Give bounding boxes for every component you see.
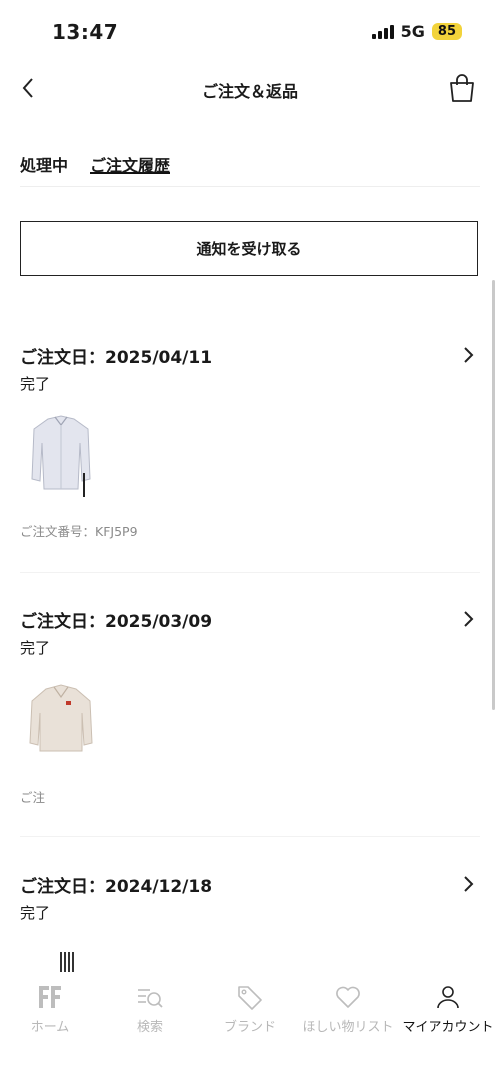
nav-wishlist-label: ほしい物リスト — [302, 1020, 394, 1035]
order-date: ご注文日：2024/12/18 — [20, 877, 213, 897]
order-date: ご注文日：2025/04/11 — [20, 348, 213, 368]
product-thumbnail-jacket[interactable] — [28, 679, 94, 763]
order-status: 完了 — [20, 639, 51, 657]
divider — [20, 572, 480, 573]
order-tabs: 処理中 ご注文履歴 — [20, 140, 480, 187]
order-status: 完了 — [20, 904, 51, 922]
status-time: 13:47 — [52, 20, 119, 44]
page-title: ご注文＆返品 — [201, 82, 298, 101]
tab-order-history[interactable]: ご注文履歴 — [90, 140, 171, 175]
nav-my-account-label: マイアカウント — [402, 1020, 494, 1035]
nav-bar: ご注文＆返品 — [0, 62, 500, 118]
nav-my-account[interactable]: マイアカウント — [398, 982, 498, 1035]
nav-search-label: 検索 — [136, 1020, 163, 1035]
product-thumbnail[interactable] — [28, 950, 94, 972]
nav-brands-label: ブランド — [223, 1020, 276, 1035]
scrollbar[interactable] — [492, 280, 495, 710]
farfetch-logo-icon — [39, 986, 61, 1008]
jacket-image — [29, 684, 93, 752]
product-image — [60, 952, 74, 972]
product-thumbnail-shirt[interactable] — [28, 413, 94, 497]
chevron-right-icon[interactable] — [460, 609, 476, 629]
signal-icon — [371, 24, 394, 39]
nav-search[interactable]: 検索 — [100, 982, 200, 1035]
nav-home[interactable]: ホーム — [0, 982, 100, 1035]
order-card[interactable]: ご注文日：2025/04/11 完了 ご注文番号：KFJ5P9 — [20, 343, 480, 573]
tag-icon — [238, 986, 262, 1010]
search-icon — [138, 989, 163, 1008]
heart-icon — [336, 986, 360, 1008]
order-number: ご注文番号：KFJ5P9 — [20, 524, 138, 539]
order-date: ご注文日：2025/03/09 — [20, 612, 213, 632]
divider — [20, 836, 480, 837]
nav-wishlist[interactable]: ほしい物リスト — [298, 982, 398, 1035]
order-status: 完了 — [20, 375, 51, 393]
notify-button[interactable]: 通知を受け取る — [20, 221, 478, 276]
shopping-bag-button[interactable] — [446, 72, 478, 104]
shopping-bag-icon — [450, 74, 474, 102]
status-indicators: 5G 85 — [371, 22, 462, 41]
nav-brands[interactable]: ブランド — [200, 982, 300, 1035]
nav-home-label: ホーム — [30, 1020, 70, 1035]
battery-indicator: 85 — [431, 23, 462, 40]
order-card[interactable]: ご注文日：2024/12/18 完了 — [20, 872, 480, 972]
bottom-navigation: ホーム 検索 ブランド ほしい物リスト マイアカウント — [0, 972, 500, 1080]
status-bar: 13:47 5G 85 — [0, 0, 500, 62]
person-icon — [437, 986, 459, 1009]
chevron-right-icon[interactable] — [460, 345, 476, 365]
order-card[interactable]: ご注文日：2025/03/09 完了 ご注 — [20, 607, 480, 837]
tab-processing[interactable]: 処理中 — [20, 140, 68, 175]
chevron-right-icon[interactable] — [460, 874, 476, 894]
shirt-image — [31, 415, 91, 497]
network-type: 5G — [400, 22, 425, 41]
order-number: ご注 — [20, 790, 46, 805]
